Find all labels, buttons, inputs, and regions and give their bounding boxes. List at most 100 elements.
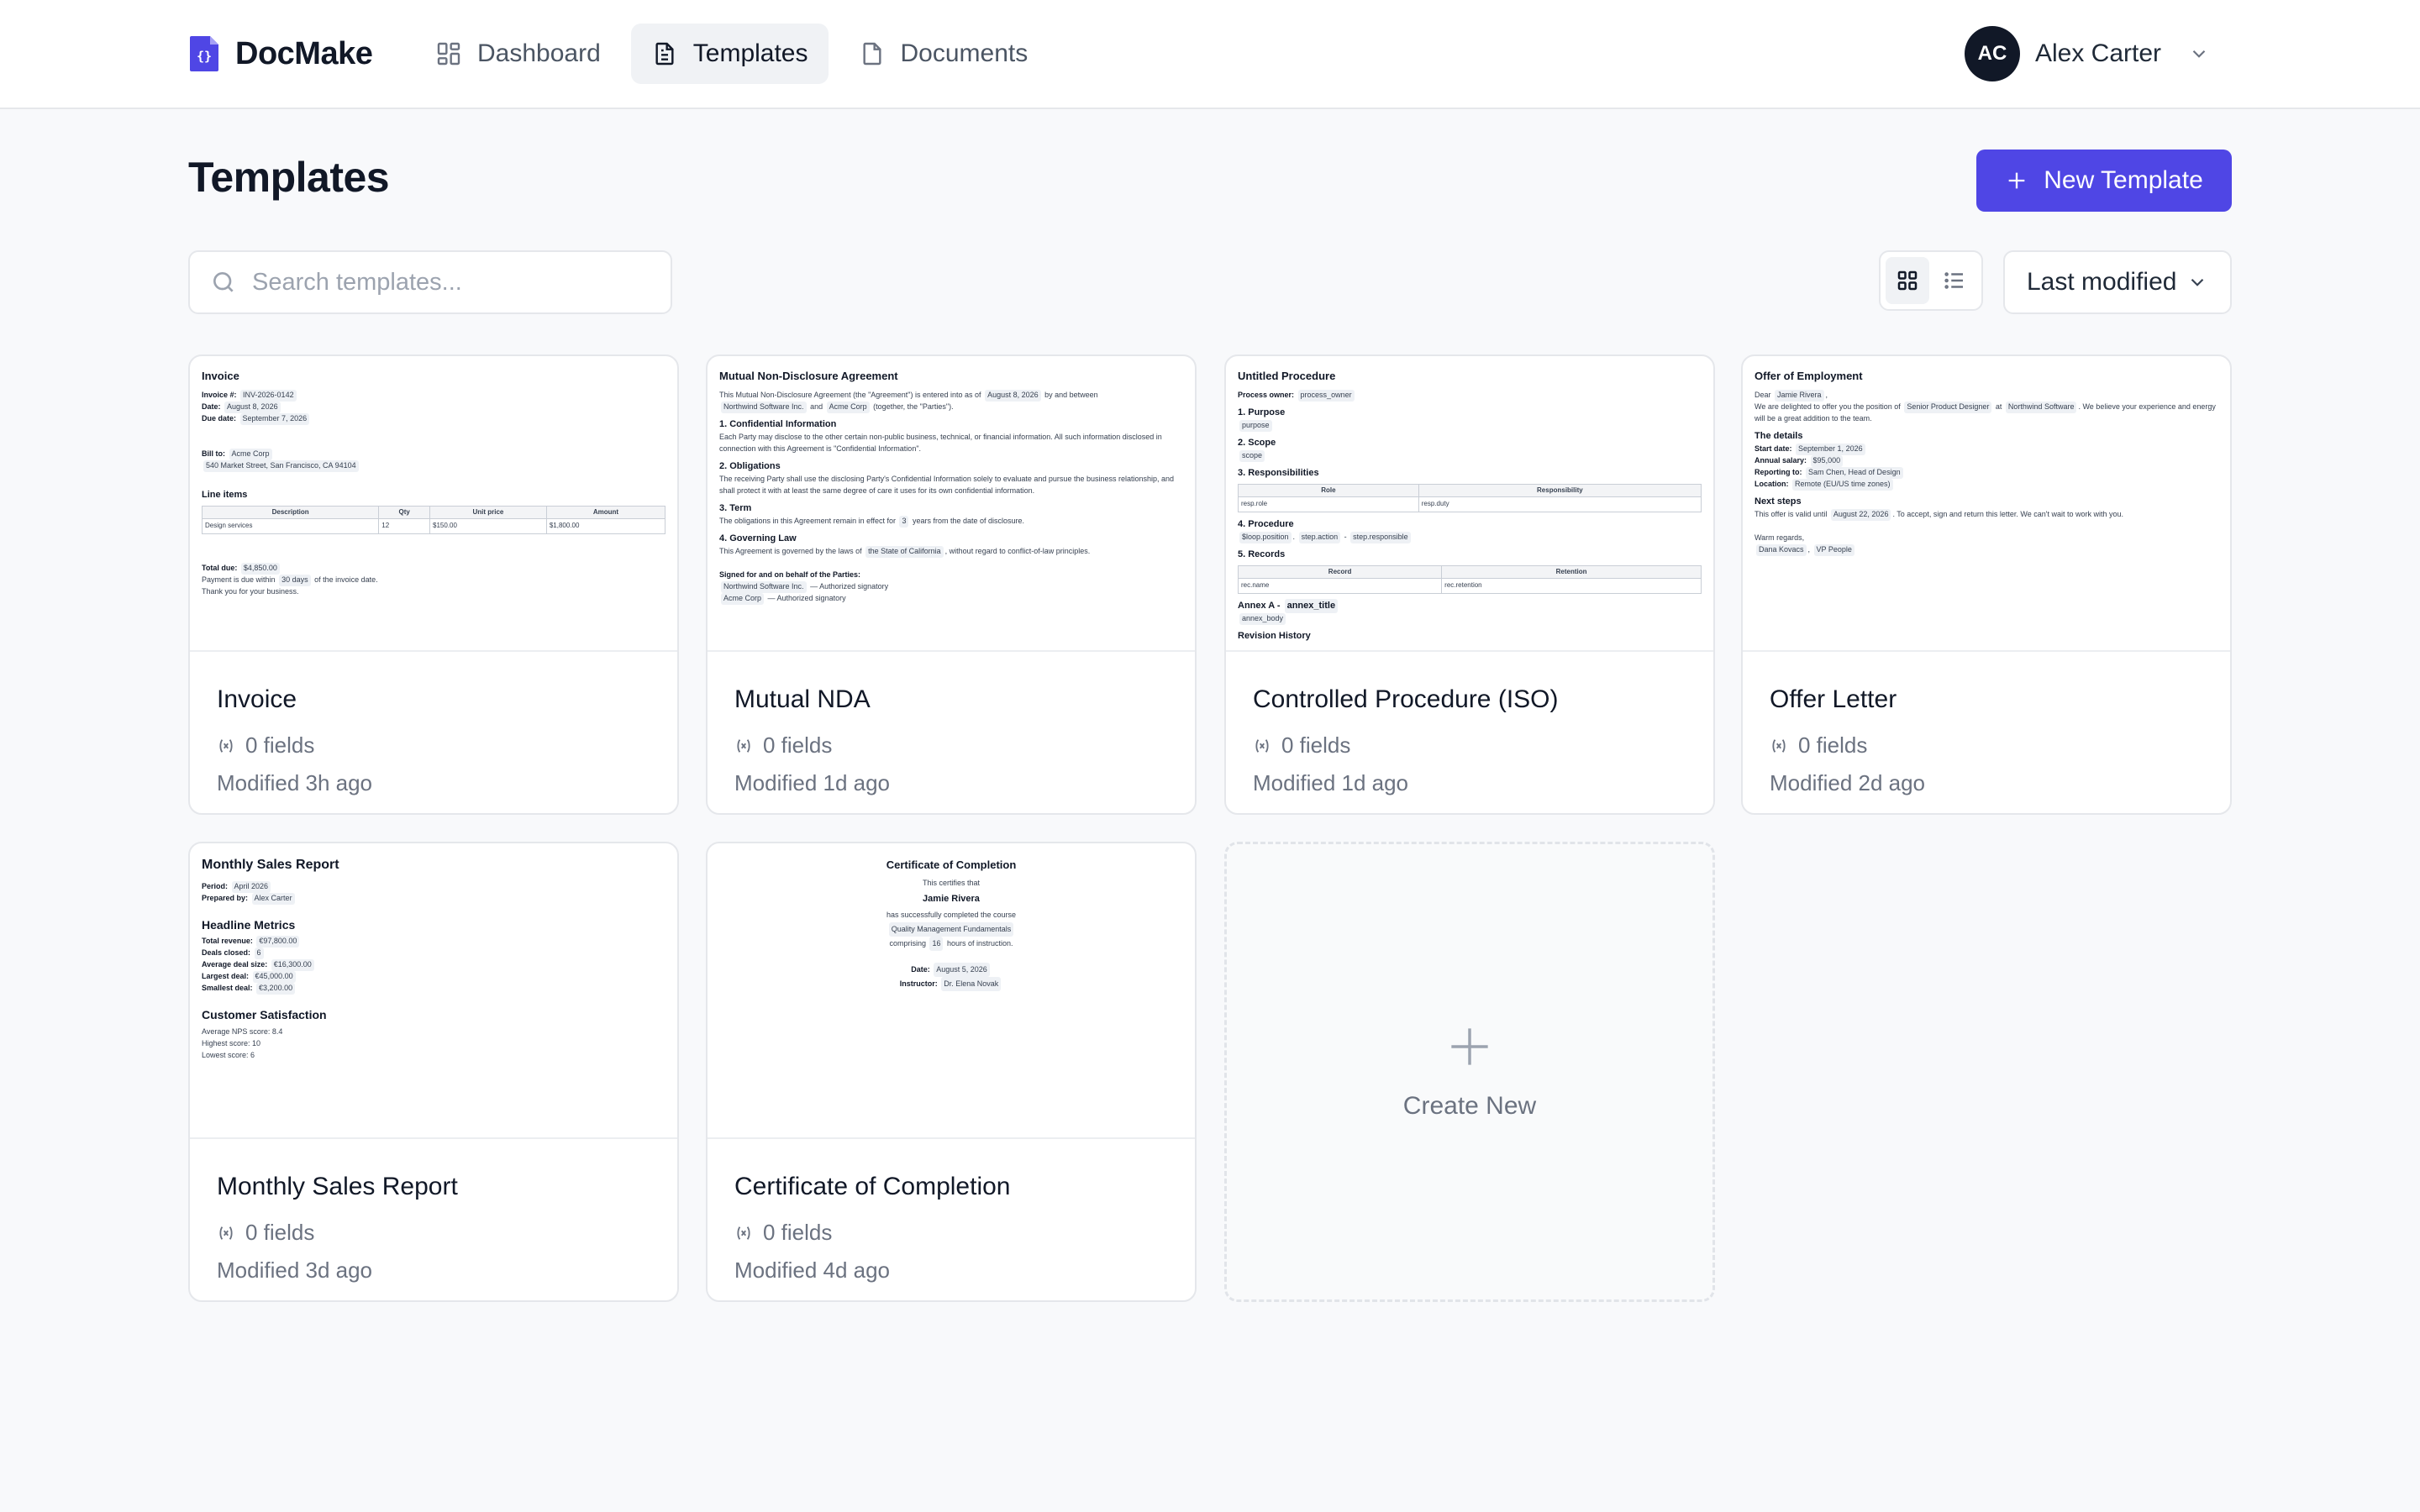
preview-field: Jamie Rivera bbox=[1775, 390, 1824, 402]
preview-text: and bbox=[810, 402, 823, 412]
preview-label: Date: bbox=[202, 402, 221, 412]
preview-label: Bill to: bbox=[202, 449, 225, 458]
preview-label: Start date: bbox=[1754, 444, 1792, 453]
sort-select[interactable]: Last modified bbox=[2003, 250, 2232, 314]
preview-table-header: Responsibility bbox=[1418, 484, 1702, 498]
preview-label: Total revenue: bbox=[202, 937, 253, 946]
preview-text: comprising bbox=[889, 938, 926, 948]
card-title: Mutual NDA bbox=[734, 685, 871, 713]
preview-text: The obligations in this Agreement remain… bbox=[719, 516, 896, 525]
preview-heading: 1. Confidential Information bbox=[719, 419, 837, 430]
preview-field: VP People bbox=[1813, 543, 1854, 556]
preview-label: Date: bbox=[911, 964, 930, 974]
preview-table-cell: rec.retention bbox=[1441, 578, 1702, 594]
brand-logo-icon: {} bbox=[190, 36, 218, 71]
template-card-nda[interactable]: Mutual Non-Disclosure Agreement This Mut… bbox=[706, 354, 1197, 815]
card-modified: Modified 2d ago bbox=[1770, 770, 1926, 795]
nav-dashboard[interactable]: Dashboard bbox=[415, 24, 621, 84]
card-field-count: 0 fields bbox=[1253, 732, 1686, 759]
preview-title: Certificate of Completion bbox=[886, 858, 1017, 871]
preview-text: . To accept, sign and return this letter… bbox=[1892, 509, 2123, 518]
brand[interactable]: {} DocMake bbox=[188, 32, 373, 76]
template-card-iso-procedure[interactable]: Untitled Procedure Process owner: proces… bbox=[1224, 354, 1715, 815]
preview-field: Acme Corp bbox=[826, 402, 870, 414]
preview-label: Average deal size: bbox=[202, 960, 268, 969]
preview-heading: 2. Scope bbox=[1238, 438, 1276, 449]
template-card-certificate[interactable]: Certificate of Completion This certifies… bbox=[706, 842, 1197, 1302]
preview-table-header: Amount bbox=[545, 505, 666, 520]
variable-icon bbox=[1255, 738, 1269, 753]
preview-title: Invoice bbox=[202, 370, 239, 382]
brand-name: DocMake bbox=[235, 35, 373, 71]
preview-heading: Line items bbox=[202, 489, 248, 500]
card-field-count: 0 fields bbox=[1770, 732, 2203, 759]
preview-field: annex_body bbox=[1239, 612, 1286, 625]
card-modified: Modified 1d ago bbox=[734, 770, 891, 795]
preview-table-cell: rec.name bbox=[1237, 578, 1443, 594]
create-new-card[interactable]: Create New bbox=[1224, 842, 1715, 1302]
template-card-sales-report[interactable]: Monthly Sales Report Period: April 2026 … bbox=[188, 842, 679, 1302]
preview-field: 3 bbox=[899, 515, 909, 528]
preview-label: Invoice #: bbox=[202, 391, 237, 400]
preview-field: Northwind Software Inc. bbox=[721, 402, 807, 414]
grid-view-button[interactable] bbox=[1886, 257, 1929, 304]
nav-documents[interactable]: Documents bbox=[839, 24, 1049, 84]
preview-field: Dr. Elena Novak bbox=[941, 977, 1002, 992]
page-title: Templates bbox=[188, 154, 390, 201]
preview-field: 6 bbox=[254, 948, 264, 960]
nav-templates[interactable]: Templates bbox=[630, 24, 829, 84]
grid-icon bbox=[1897, 270, 1918, 291]
template-card-offer-letter[interactable]: Offer of Employment Dear Jamie Rivera, W… bbox=[1741, 354, 2232, 815]
preview-field: Dana Kovacs bbox=[1756, 543, 1807, 556]
preview-field: 540 Market Street, San Francisco, CA 941… bbox=[203, 459, 359, 472]
sort-label: Last modified bbox=[2027, 268, 2177, 296]
preview-field: Alex Carter bbox=[251, 892, 295, 905]
preview-text: Highest score: 10 bbox=[202, 1038, 261, 1047]
list-view-button[interactable] bbox=[1933, 257, 1976, 304]
preview-field: step.responsible bbox=[1350, 531, 1411, 543]
preview-text: at bbox=[1995, 402, 2002, 412]
user-menu[interactable]: AC Alex Carter bbox=[1964, 26, 2210, 81]
avatar: AC bbox=[1964, 26, 2020, 81]
preview-title: Offer of Employment bbox=[1754, 370, 1863, 382]
preview-label: Total due: bbox=[202, 563, 238, 572]
template-card-invoice[interactable]: Invoice Invoice #: INV-2026-0142 Date: A… bbox=[188, 354, 679, 815]
preview-field: $4,850.00 bbox=[240, 562, 280, 575]
list-icon bbox=[1944, 272, 1963, 289]
preview-text: The receiving Party shall use the disclo… bbox=[719, 474, 1175, 495]
preview-heading: Revision History bbox=[1238, 630, 1311, 641]
preview-text: This Agreement is governed by the laws o… bbox=[719, 546, 862, 555]
preview-table-header: Role bbox=[1238, 484, 1419, 498]
documents-icon bbox=[862, 42, 881, 66]
preview-field: Sam Chen, Head of Design bbox=[1806, 466, 1903, 479]
svg-text:{}: {} bbox=[197, 49, 212, 64]
preview-text: This Mutual Non-Disclosure Agreement (th… bbox=[719, 391, 981, 400]
card-fields-text: 0 fields bbox=[245, 1220, 315, 1245]
preview-label: Deals closed: bbox=[202, 948, 251, 958]
preview-label: Prepared by: bbox=[202, 893, 249, 902]
preview-text: — Authorized signatory bbox=[767, 593, 846, 602]
preview-field: August 5, 2026 bbox=[934, 962, 990, 978]
preview-title: Mutual Non-Disclosure Agreement bbox=[719, 370, 898, 382]
card-fields-text: 0 fields bbox=[763, 732, 833, 758]
preview-heading: Annex A - bbox=[1238, 600, 1281, 611]
card-meta: Certificate of Completion 0 fields Modif… bbox=[708, 1139, 1195, 1284]
preview-field: Acme Corp bbox=[721, 592, 765, 605]
preview-field: annex_title bbox=[1284, 598, 1339, 613]
card-field-count: 0 fields bbox=[217, 1220, 650, 1246]
preview-label: Period: bbox=[202, 881, 229, 890]
preview-text: (together, the "Parties"). bbox=[873, 402, 954, 412]
preview-heading: Customer Satisfaction bbox=[202, 1008, 327, 1022]
card-modified: Modified 1d ago bbox=[1253, 770, 1409, 795]
preview-heading: 2. Obligations bbox=[719, 460, 781, 471]
preview-heading: 1. Purpose bbox=[1238, 407, 1286, 418]
preview-heading: The details bbox=[1754, 430, 1803, 441]
search-input[interactable] bbox=[252, 268, 655, 297]
card-field-count: 0 fields bbox=[217, 732, 650, 759]
preview-field: Senior Product Designer bbox=[1904, 402, 1992, 414]
preview-heading: 5. Records bbox=[1238, 549, 1286, 559]
preview-table: Record Retention rec.name rec.retention bbox=[1237, 564, 1702, 594]
new-template-button[interactable]: New Template bbox=[1976, 150, 2232, 212]
create-new-label: Create New bbox=[1402, 1092, 1537, 1120]
card-title: Offer Letter bbox=[1770, 685, 1897, 713]
